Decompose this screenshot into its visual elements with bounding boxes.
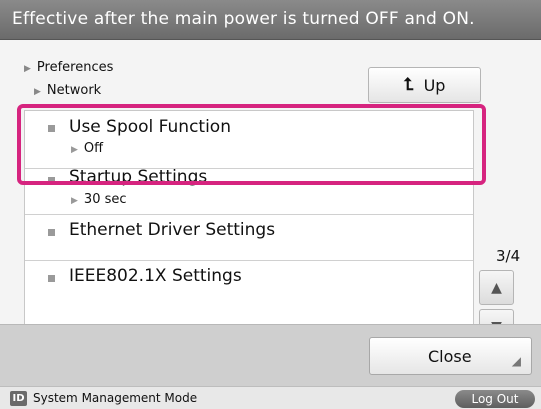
header-message: Effective after the main power is turned… bbox=[12, 9, 475, 29]
close-button[interactable]: Close ◢ bbox=[369, 337, 532, 375]
list-item-value: ▶ 30 sec bbox=[71, 192, 127, 207]
bullet-icon bbox=[48, 229, 55, 236]
selection-highlight bbox=[17, 104, 486, 185]
up-arrow-icon: ⮤ bbox=[403, 75, 414, 95]
list-item-label: IEEE802.1X Settings bbox=[69, 266, 242, 286]
logout-button[interactable]: Log Out bbox=[455, 390, 535, 408]
page-indicator: 3/4 bbox=[496, 247, 521, 265]
triangle-up-icon: ▲ bbox=[491, 279, 502, 296]
triangle-right-icon: ▶ bbox=[71, 196, 78, 206]
up-button[interactable]: ⮤ Up bbox=[368, 67, 481, 103]
id-icon: ID bbox=[10, 391, 27, 406]
list-item-label: Ethernet Driver Settings bbox=[69, 220, 276, 240]
mode-text: System Management Mode bbox=[33, 391, 198, 405]
breadcrumb-preferences: ▶ Preferences bbox=[24, 60, 114, 75]
list-item-ethernet-driver-settings[interactable]: Ethernet Driver Settings bbox=[25, 215, 473, 261]
breadcrumb-network: ▶ Network bbox=[34, 83, 102, 98]
scroll-up-button[interactable]: ▲ bbox=[479, 270, 514, 305]
up-button-label: Up bbox=[423, 75, 446, 95]
bullet-icon bbox=[48, 275, 55, 282]
status-bar: ID System Management Mode Log Out bbox=[0, 386, 541, 409]
triangle-right-icon: ▶ bbox=[34, 87, 41, 97]
close-button-label: Close bbox=[428, 347, 472, 366]
footer-bar: Close ◢ bbox=[0, 324, 541, 386]
header-bar: Effective after the main power is turned… bbox=[0, 0, 541, 40]
screen: Effective after the main power is turned… bbox=[0, 0, 541, 409]
triangle-right-icon: ▶ bbox=[24, 64, 31, 74]
corner-mark-icon: ◢ bbox=[511, 354, 521, 368]
